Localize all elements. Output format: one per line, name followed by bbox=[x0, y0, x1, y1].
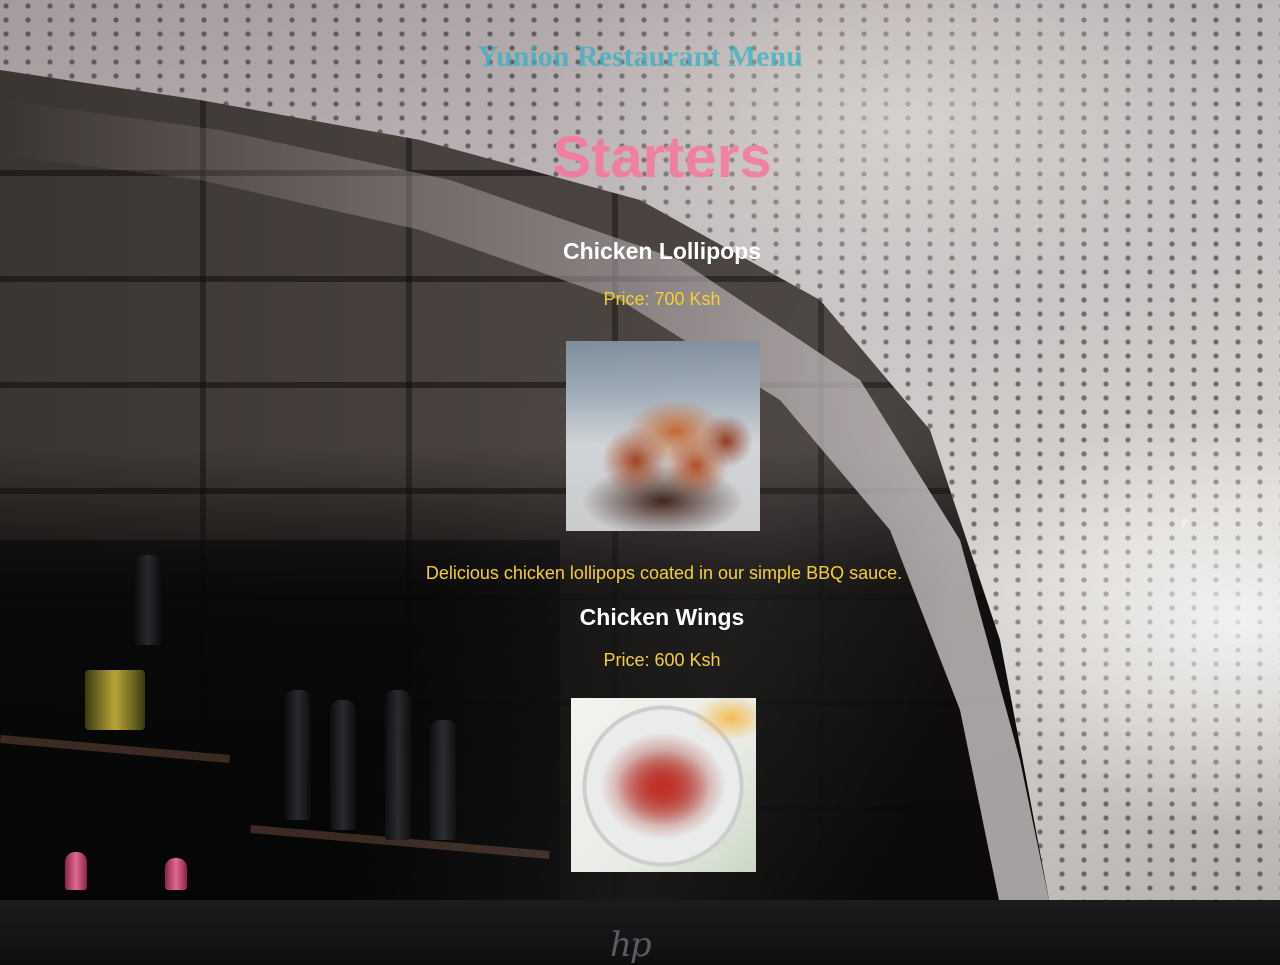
chicken-lollipops-image bbox=[566, 341, 760, 531]
menu-item-price: Price: 600 Ksh bbox=[603, 650, 721, 670]
menu-item-name: Chicken Wings bbox=[579, 604, 745, 630]
laptop-screen: Yunion Restaurant Menu Starters Chicken … bbox=[0, 0, 1280, 905]
menu-item-description: Delicious chicken lollipops coated in ou… bbox=[425, 563, 903, 583]
menu-page: Yunion Restaurant Menu Starters Chicken … bbox=[0, 0, 1280, 905]
chicken-wings-image bbox=[571, 698, 756, 872]
menu-item-name: Chicken Lollipops bbox=[562, 238, 762, 264]
section-title-starters: Starters bbox=[552, 125, 772, 190]
menu-item-price: Price: 700 Ksh bbox=[603, 289, 721, 309]
site-title: Yunion Restaurant Menu bbox=[477, 40, 803, 73]
hp-logo-icon: hp bbox=[610, 925, 652, 965]
